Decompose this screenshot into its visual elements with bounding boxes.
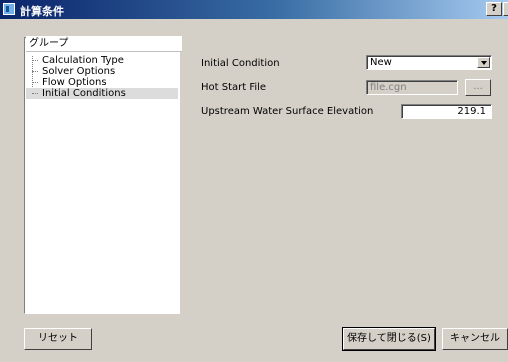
app-icon [3, 3, 15, 15]
tree-item-flow-options[interactable]: Flow Options [26, 77, 146, 88]
save-close-button[interactable]: 保存して閉じる(S) [342, 327, 436, 351]
hot-start-file-label: Hot Start File [201, 82, 267, 93]
upstream-elevation-label: Upstream Water Surface Elevation [201, 106, 374, 117]
initial-condition-label: Initial Condition [201, 58, 280, 69]
group-header: グループ [26, 36, 182, 52]
hot-start-file-input[interactable]: file.cgn [366, 80, 458, 95]
browse-button[interactable]: ... [465, 79, 491, 96]
upstream-elevation-input[interactable]: 219.1 [401, 104, 492, 119]
initial-condition-select[interactable]: New [366, 55, 492, 70]
window-title: 計算条件 [20, 5, 64, 18]
tree-item-initial-conditions[interactable]: Initial Conditions [26, 88, 178, 99]
reset-button[interactable]: リセット [24, 328, 92, 350]
cancel-button[interactable]: キャンセル [442, 328, 508, 350]
close-button[interactable]: × [503, 2, 508, 16]
tree-item-solver-options[interactable]: Solver Options [26, 66, 146, 77]
help-button[interactable]: ? [486, 2, 502, 16]
chevron-down-icon[interactable] [477, 57, 490, 68]
title-bar[interactable]: 計算条件 ? × [0, 0, 508, 19]
tree-item-calculation-type[interactable]: Calculation Type [26, 55, 146, 66]
